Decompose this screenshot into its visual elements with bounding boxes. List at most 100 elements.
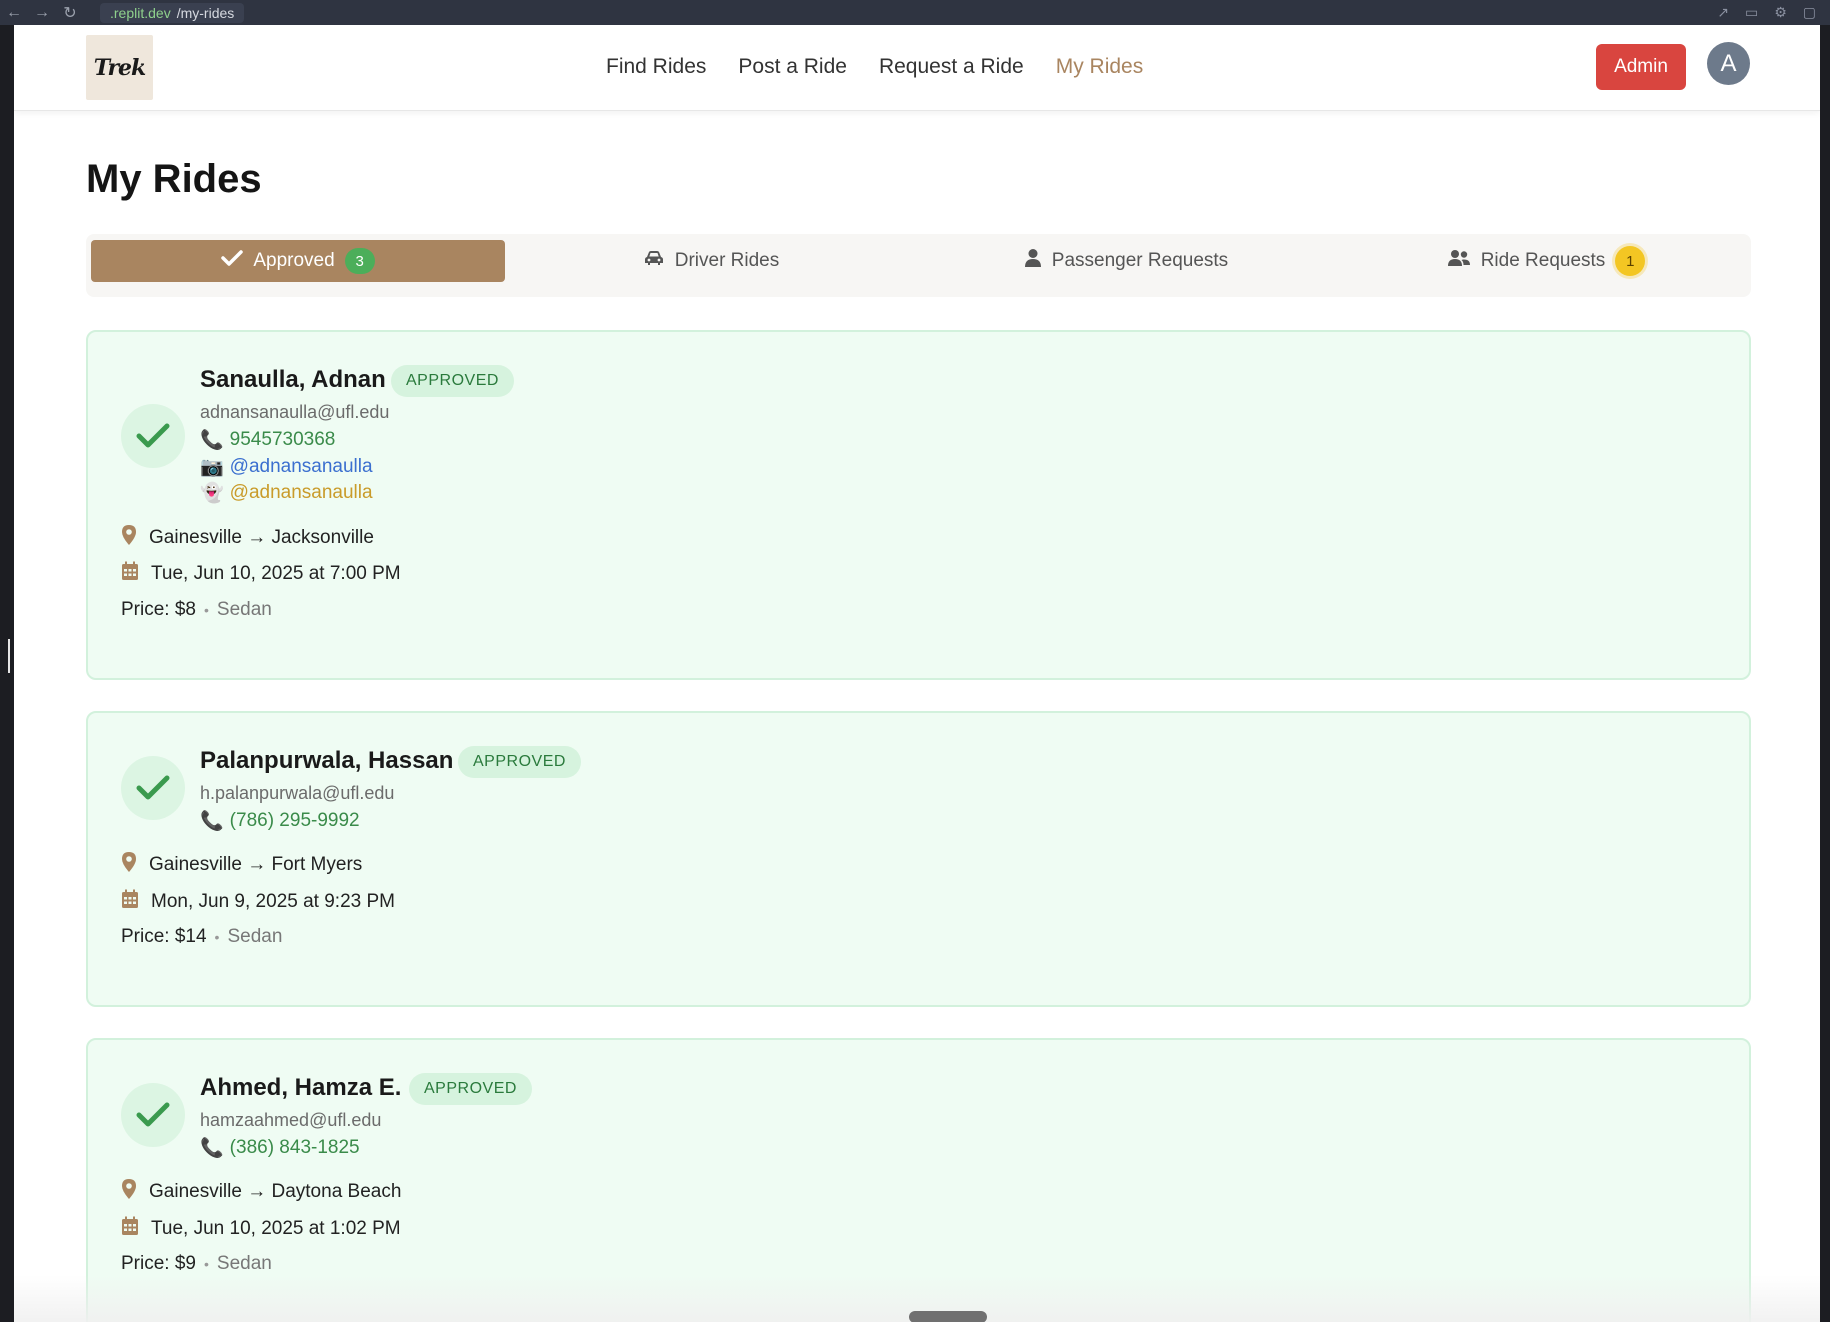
check-icon: [221, 249, 244, 273]
url-host: .replit.dev: [110, 4, 171, 21]
datetime-text: Mon, Jun 9, 2025 at 9:23 PM: [151, 891, 395, 912]
phone-row: 📞 (786) 295-9992: [200, 809, 360, 833]
vehicle-type: Sedan: [227, 926, 283, 947]
users-icon: [1447, 249, 1471, 273]
phone-icon: 📞: [200, 811, 224, 832]
nav-find-rides[interactable]: Find Rides: [606, 55, 706, 79]
phone-link[interactable]: (386) 843-1825: [230, 1137, 360, 1159]
brand-logo[interactable]: Trek: [86, 35, 153, 100]
calendar-icon: [121, 561, 139, 587]
ghost-icon: 👻: [200, 483, 224, 504]
snapchat-row: 👻 @adnansanaulla: [200, 481, 373, 505]
address-bar[interactable]: .replit.dev/my-rides: [100, 2, 245, 23]
datetime-text: Tue, Jun 10, 2025 at 7:00 PM: [151, 563, 401, 584]
route-row: Gainesville → Fort Myers: [121, 851, 362, 879]
wrench-icon[interactable]: ⚙: [1774, 4, 1787, 21]
app-viewport: Trek Find Rides Post a Ride Request a Ri…: [14, 25, 1820, 1322]
datetime-row: Tue, Jun 10, 2025 at 1:02 PM: [121, 1216, 401, 1242]
tab-passenger-requests[interactable]: Passenger Requests: [956, 240, 1296, 282]
approved-check-icon: [121, 404, 185, 468]
price-text: Price: $9: [121, 1253, 196, 1274]
approved-count-badge: 3: [344, 248, 375, 274]
instagram-link[interactable]: @adnansanaulla: [230, 456, 373, 478]
ride-card: Palanpurwala, Hassan APPROVED h.palanpur…: [86, 711, 1751, 1007]
horizontal-scrollbar-thumb[interactable]: [909, 1311, 987, 1322]
share-icon[interactable]: ↗: [1717, 4, 1729, 21]
calendar-icon: [121, 889, 139, 915]
url-path: /my-rides: [176, 4, 235, 21]
route-text: Gainesville → Jacksonville: [149, 527, 374, 548]
separator-dot: •: [203, 1256, 209, 1272]
extension-icon[interactable]: ▢: [1803, 4, 1816, 21]
user-icon: [1024, 248, 1042, 274]
status-badge: APPROVED: [409, 1073, 532, 1105]
tab-approved-label: Approved: [253, 250, 335, 271]
camera-icon: 📷: [200, 457, 224, 478]
route-row: Gainesville → Jacksonville: [121, 524, 374, 552]
passenger-name: Sanaulla, Adnan: [200, 366, 386, 393]
location-pin-icon: [121, 1178, 137, 1206]
reload-icon[interactable]: ↻: [56, 3, 84, 23]
text-cursor: [8, 639, 10, 673]
phone-icon: 📞: [200, 430, 224, 451]
window-left-edge: [0, 25, 14, 1322]
status-badge: APPROVED: [458, 746, 581, 778]
tab-driver-rides[interactable]: Driver Rides: [561, 240, 861, 282]
screen-icon[interactable]: ▭: [1745, 4, 1758, 21]
phone-icon: 📞: [200, 1138, 224, 1159]
location-pin-icon: [121, 851, 137, 879]
passenger-name: Ahmed, Hamza E.: [200, 1074, 402, 1101]
window-right-edge: [1820, 25, 1830, 1322]
car-icon: [643, 249, 665, 273]
status-badge: APPROVED: [391, 365, 514, 397]
passenger-name: Palanpurwala, Hassan: [200, 747, 454, 774]
route-text: Gainesville → Fort Myers: [149, 854, 363, 875]
avatar[interactable]: A: [1707, 42, 1750, 85]
phone-link[interactable]: (786) 295-9992: [230, 810, 360, 832]
route-row: Gainesville → Daytona Beach: [121, 1178, 401, 1206]
passenger-email: hamzaahmed@ufl.edu: [200, 1110, 382, 1130]
calendar-icon: [121, 1216, 139, 1242]
vehicle-type: Sedan: [216, 599, 272, 620]
admin-button[interactable]: Admin: [1596, 44, 1686, 90]
datetime-text: Tue, Jun 10, 2025 at 1:02 PM: [151, 1218, 401, 1239]
vehicle-type: Sedan: [216, 1253, 272, 1274]
route-text: Gainesville → Daytona Beach: [149, 1181, 402, 1202]
nav-request-a-ride[interactable]: Request a Ride: [879, 55, 1024, 79]
tab-passenger-requests-label: Passenger Requests: [1051, 250, 1229, 271]
price-text: Price: $8: [121, 599, 196, 620]
snapchat-link[interactable]: @adnansanaulla: [230, 482, 373, 504]
approved-check-icon: [121, 1083, 185, 1147]
separator-dot: •: [203, 602, 209, 618]
instagram-row: 📷 @adnansanaulla: [200, 455, 373, 479]
phone-row: 📞 (386) 843-1825: [200, 1136, 360, 1160]
passenger-email: h.palanpurwala@ufl.edu: [200, 783, 395, 803]
nav-post-a-ride[interactable]: Post a Ride: [738, 55, 847, 79]
tab-driver-rides-label: Driver Rides: [674, 250, 780, 271]
phone-row: 📞 9545730368: [200, 428, 335, 452]
price-text: Price: $14: [121, 926, 207, 947]
price-row: Price: $14 • Sedan: [121, 926, 282, 948]
forward-icon[interactable]: →: [28, 4, 56, 22]
top-navbar: Trek Find Rides Post a Ride Request a Ri…: [14, 25, 1820, 111]
datetime-row: Tue, Jun 10, 2025 at 7:00 PM: [121, 561, 401, 587]
separator-dot: •: [214, 929, 220, 945]
ride-requests-count-badge: 1: [1615, 246, 1646, 276]
approved-check-icon: [121, 756, 185, 820]
price-row: Price: $8 • Sedan: [121, 599, 272, 621]
location-pin-icon: [121, 524, 137, 552]
tab-ride-requests[interactable]: Ride Requests 1: [1376, 240, 1716, 282]
tab-approved[interactable]: Approved 3: [91, 240, 505, 282]
main-nav: Find Rides Post a Ride Request a Ride My…: [606, 55, 1143, 79]
price-row: Price: $9 • Sedan: [121, 1253, 272, 1275]
ride-card: Sanaulla, Adnan APPROVED adnansanaulla@u…: [86, 330, 1751, 680]
ride-tabs: Approved 3 Driver Rides Passenger Reques…: [86, 234, 1751, 297]
page-title: My Rides: [86, 157, 262, 201]
browser-toolbar: ← → ↻ .replit.dev/my-rides ↗ ▭ ⚙ ▢: [0, 0, 1830, 25]
passenger-email: adnansanaulla@ufl.edu: [200, 402, 390, 422]
back-icon[interactable]: ←: [0, 4, 28, 22]
tab-ride-requests-label: Ride Requests: [1480, 250, 1606, 271]
phone-link[interactable]: 9545730368: [230, 429, 336, 451]
datetime-row: Mon, Jun 9, 2025 at 9:23 PM: [121, 889, 395, 915]
nav-my-rides[interactable]: My Rides: [1056, 55, 1144, 79]
